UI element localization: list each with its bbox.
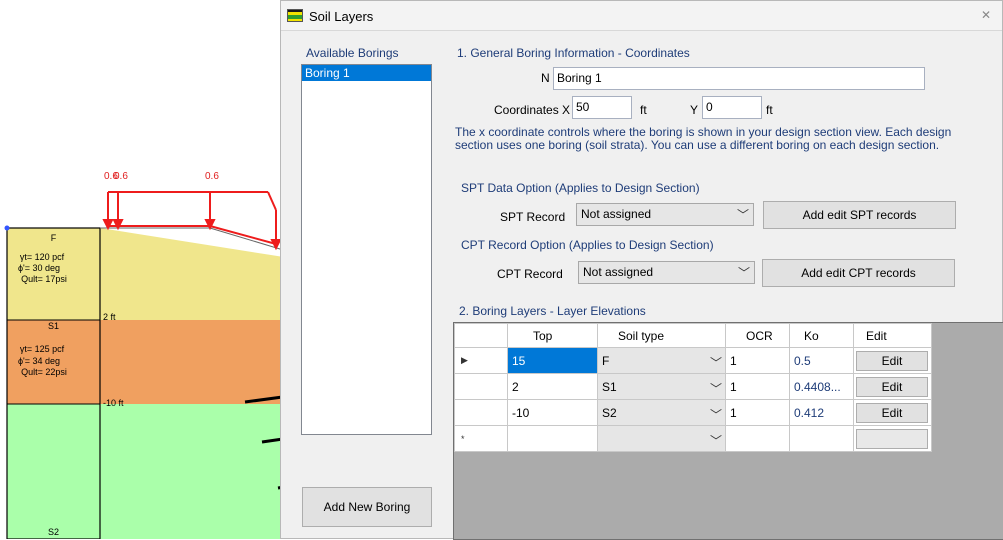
ocr-cell[interactable] bbox=[725, 425, 790, 452]
layer-property: Qult= 22psi bbox=[21, 367, 67, 377]
spt-record-value: Not assigned bbox=[581, 207, 652, 221]
chevron-down-icon[interactable]: ﹀ bbox=[710, 380, 722, 397]
load-label: 0.6 bbox=[205, 171, 219, 182]
y-label: Y bbox=[690, 103, 699, 117]
chevron-down-icon: ﹀ bbox=[736, 208, 749, 222]
grid-header-row: Top Soil type OCR Ko Edit bbox=[454, 323, 932, 348]
layer-name: S1 bbox=[47, 321, 59, 331]
dialog-title: Soil Layers bbox=[309, 9, 374, 24]
elevation-label: -10 ft bbox=[103, 398, 124, 408]
current-row-marker: ▶ bbox=[454, 347, 508, 374]
new-row-marker: * bbox=[454, 425, 508, 452]
edit-layer-button[interactable]: Edit bbox=[856, 376, 928, 397]
name-label: N bbox=[541, 71, 550, 85]
column-header-edit[interactable]: Edit bbox=[853, 323, 932, 348]
table-row[interactable]: -10 S2 ﹀ 1 0.412 Edit bbox=[454, 399, 932, 426]
row-header-corner bbox=[454, 323, 508, 348]
soil-type-value: S1 bbox=[602, 379, 617, 394]
load-label: 0.6 bbox=[114, 171, 128, 182]
new-row[interactable]: * ﹀ bbox=[454, 425, 932, 452]
ocr-cell[interactable]: 1 bbox=[725, 373, 790, 400]
row-header bbox=[454, 373, 508, 400]
cpt-group-label: CPT Record Option (Applies to Design Sec… bbox=[461, 238, 714, 252]
boring-name-input[interactable]: Boring 1 bbox=[553, 67, 925, 90]
column-header-top[interactable]: Top bbox=[507, 323, 598, 348]
row-header bbox=[454, 399, 508, 426]
soil-layers-icon bbox=[287, 9, 303, 22]
y-unit-label: ft bbox=[766, 103, 773, 117]
edit-cell[interactable]: Edit bbox=[853, 347, 932, 374]
layer-property: Qult= 17psi bbox=[21, 274, 67, 284]
x-coordinate-input[interactable]: 50 bbox=[572, 96, 632, 119]
top-cell[interactable]: 2 bbox=[507, 373, 598, 400]
soil-type-cell[interactable]: S1 ﹀ bbox=[597, 373, 726, 400]
cpt-record-dropdown[interactable]: Not assigned ﹀ bbox=[578, 261, 755, 284]
boring-layers-group-label: 2. Boring Layers - Layer Elevations bbox=[459, 304, 646, 318]
x-unit-label: ft bbox=[640, 103, 647, 117]
chevron-down-icon[interactable]: ﹀ bbox=[710, 354, 722, 371]
boring-list-item[interactable]: Boring 1 bbox=[302, 65, 431, 81]
coordinates-x-label: Coordinates X bbox=[494, 103, 571, 117]
ocr-cell[interactable]: 1 bbox=[725, 347, 790, 374]
ko-cell bbox=[789, 425, 854, 452]
coordinates-note: The x coordinate controls where the bori… bbox=[455, 125, 952, 152]
table-row[interactable]: 2 S1 ﹀ 1 0.4408... Edit bbox=[454, 373, 932, 400]
ko-cell: 0.5 bbox=[789, 347, 854, 374]
top-cell[interactable]: -10 bbox=[507, 399, 598, 426]
column-header-ko[interactable]: Ko bbox=[789, 323, 854, 348]
ko-cell: 0.412 bbox=[789, 399, 854, 426]
spt-record-label: SPT Record bbox=[500, 210, 566, 224]
edit-cell[interactable] bbox=[853, 425, 932, 452]
chevron-down-icon[interactable]: ﹀ bbox=[710, 432, 722, 449]
layer-name: F bbox=[50, 233, 57, 243]
column-header-ocr[interactable]: OCR bbox=[725, 323, 790, 348]
edit-cell[interactable]: Edit bbox=[853, 399, 932, 426]
layer-property: γt= 120 pcf bbox=[19, 252, 65, 262]
ocr-cell[interactable]: 1 bbox=[725, 399, 790, 426]
soil-type-value: F bbox=[602, 353, 610, 368]
title-bar[interactable]: Soil Layers ✕ bbox=[281, 1, 1002, 31]
soil-type-cell[interactable]: ﹀ bbox=[597, 425, 726, 452]
cpt-record-value: Not assigned bbox=[583, 265, 654, 279]
edit-layer-button[interactable] bbox=[856, 428, 928, 449]
soil-type-value: S2 bbox=[602, 405, 617, 420]
chevron-down-icon[interactable]: ﹀ bbox=[710, 406, 722, 423]
table-row[interactable]: ▶ 15 F ﹀ 1 0.5 Edit bbox=[454, 347, 932, 374]
layer-name: S2 bbox=[47, 527, 59, 537]
chevron-down-icon: ﹀ bbox=[737, 266, 750, 280]
soil-type-cell[interactable]: S2 ﹀ bbox=[597, 399, 726, 426]
column-header-soil-type[interactable]: Soil type bbox=[597, 323, 726, 348]
spt-record-dropdown[interactable]: Not assigned ﹀ bbox=[576, 203, 754, 226]
add-edit-cpt-records-button[interactable]: Add edit CPT records bbox=[762, 259, 955, 287]
edit-cell[interactable]: Edit bbox=[853, 373, 932, 400]
elevation-label: 2 ft bbox=[103, 312, 116, 322]
spt-group-label: SPT Data Option (Applies to Design Secti… bbox=[461, 181, 700, 195]
borings-list[interactable]: Boring 1 bbox=[301, 64, 432, 435]
design-section-view: 0.6 0.6 0.6 F γt= 120 pcf ϕ'= 30 deg Qul… bbox=[0, 0, 290, 539]
layer-property: ϕ'= 34 deg bbox=[17, 356, 61, 366]
edit-layer-button[interactable]: Edit bbox=[856, 350, 928, 371]
y-coordinate-input[interactable]: 0 bbox=[702, 96, 762, 119]
edit-layer-button[interactable]: Edit bbox=[856, 402, 928, 423]
layer-S2-band bbox=[7, 404, 290, 539]
top-cell[interactable]: 15 bbox=[507, 347, 598, 374]
general-info-group-label: 1. General Boring Information - Coordina… bbox=[457, 46, 690, 60]
layer-property: γt= 125 pcf bbox=[19, 344, 65, 354]
add-new-boring-button[interactable]: Add New Boring bbox=[302, 487, 432, 527]
available-borings-label: Available Borings bbox=[306, 46, 399, 60]
boring-top-marker bbox=[4, 225, 10, 231]
ko-cell: 0.4408... bbox=[789, 373, 854, 400]
soil-layers-dialog: Soil Layers ✕ Available Borings Boring 1… bbox=[280, 0, 1003, 540]
layer-property: ϕ'= 30 deg bbox=[17, 263, 61, 273]
add-edit-spt-records-button[interactable]: Add edit SPT records bbox=[763, 201, 956, 229]
top-cell[interactable] bbox=[507, 425, 598, 452]
soil-type-cell[interactable]: F ﹀ bbox=[597, 347, 726, 374]
boring-layers-grid[interactable]: Top Soil type OCR Ko Edit ▶ 15 F ﹀ 1 0.5 … bbox=[453, 322, 1003, 540]
cpt-record-label: CPT Record bbox=[497, 267, 563, 281]
close-icon[interactable]: ✕ bbox=[978, 7, 994, 23]
